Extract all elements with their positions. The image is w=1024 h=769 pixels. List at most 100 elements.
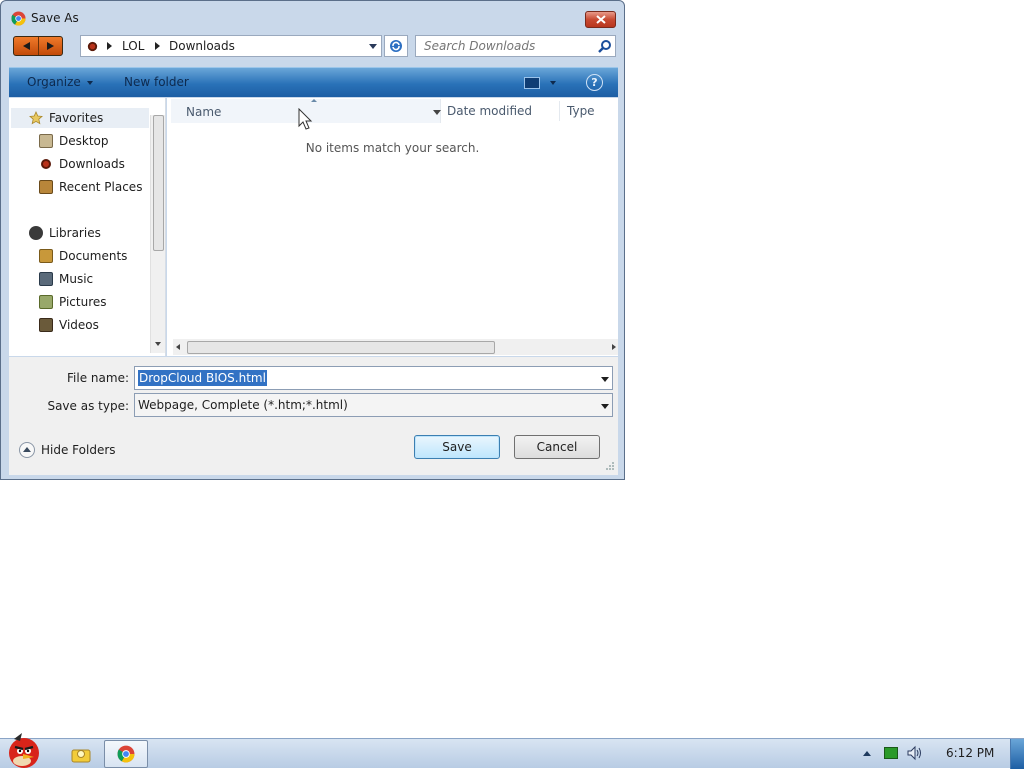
column-header-row: Name Date modified Type — [167, 98, 618, 124]
breadcrumb-lol[interactable]: LOL — [122, 39, 144, 53]
chevron-up-icon — [19, 442, 35, 458]
chevron-down-icon[interactable] — [601, 377, 609, 382]
libraries-icon — [29, 226, 43, 240]
mouse-cursor-icon — [298, 108, 313, 130]
scroll-down-icon[interactable] — [155, 342, 161, 346]
column-name-label: Name — [186, 105, 222, 119]
nav-scrollbar-thumb[interactable] — [153, 115, 164, 251]
hide-folders-button[interactable]: Hide Folders — [19, 441, 116, 459]
nav-item-recent-places[interactable]: Recent Places — [39, 177, 142, 197]
back-button[interactable] — [14, 37, 38, 55]
filename-value: DropCloud BIOS.html — [138, 370, 267, 386]
taskbar-clock[interactable]: 6:12 PM — [946, 746, 994, 760]
taskbar: 6:12 PM — [0, 733, 1024, 769]
save-as-dialog: Save As LOL Downloads Search Downloads O… — [0, 0, 625, 480]
explorer-taskbar-icon[interactable] — [70, 744, 92, 764]
column-header-date-modified[interactable]: Date modified — [447, 104, 532, 118]
search-input[interactable] — [424, 38, 594, 54]
nav-label: Libraries — [49, 226, 101, 240]
nav-libraries[interactable]: Libraries — [29, 223, 101, 243]
save-button[interactable]: Save — [414, 435, 500, 459]
column-header-type[interactable]: Type — [567, 104, 595, 118]
breadcrumb-separator-icon — [107, 42, 112, 50]
window-title: Save As — [31, 11, 79, 25]
nav-label: Downloads — [59, 157, 125, 171]
organize-button[interactable]: Organize — [27, 75, 81, 89]
pictures-icon — [39, 295, 53, 309]
nav-item-documents[interactable]: Documents — [39, 246, 127, 266]
horizontal-scrollbar[interactable] — [173, 339, 618, 355]
chevron-down-icon[interactable] — [433, 110, 441, 115]
search-box[interactable] — [415, 35, 616, 57]
refresh-button[interactable] — [384, 35, 408, 57]
address-bar[interactable]: LOL Downloads — [80, 35, 382, 57]
help-icon[interactable]: ? — [586, 74, 603, 91]
nav-label: Recent Places — [59, 180, 143, 194]
hide-folders-label: Hide Folders — [41, 443, 116, 457]
chevron-down-icon — [87, 81, 93, 85]
close-button[interactable] — [585, 11, 616, 28]
nav-scrollbar[interactable] — [150, 115, 165, 353]
music-icon — [39, 272, 53, 286]
nav-favorites[interactable]: Favorites — [29, 108, 103, 128]
nav-item-music[interactable]: Music — [39, 269, 93, 289]
star-icon — [29, 111, 43, 125]
recent-places-icon — [39, 180, 53, 194]
nav-label: Videos — [59, 318, 99, 332]
volume-icon[interactable] — [906, 745, 924, 761]
chevron-down-icon[interactable] — [369, 44, 377, 49]
chevron-down-icon[interactable] — [601, 404, 609, 409]
scroll-right-icon[interactable] — [612, 344, 616, 350]
savetype-label: Save as type: — [47, 399, 129, 413]
chrome-icon — [11, 11, 26, 26]
refresh-icon — [390, 40, 402, 52]
documents-icon — [39, 249, 53, 263]
empty-message: No items match your search. — [305, 141, 480, 155]
nav-item-pictures[interactable]: Pictures — [39, 292, 107, 312]
chevron-down-icon[interactable] — [550, 81, 556, 85]
file-list[interactable]: Name Date modified Type No items match y… — [167, 98, 618, 356]
search-icon[interactable] — [597, 39, 612, 54]
filename-input[interactable]: DropCloud BIOS.html — [134, 366, 613, 390]
close-icon — [595, 15, 606, 24]
network-icon[interactable] — [884, 747, 898, 759]
start-button-angry-bird-icon[interactable] — [0, 731, 50, 769]
scroll-left-icon[interactable] — [176, 344, 180, 350]
forward-arrow-icon — [46, 42, 54, 50]
downloads-folder-icon — [87, 41, 98, 52]
nav-label: Pictures — [59, 295, 107, 309]
nav-label: Desktop — [59, 134, 109, 148]
show-hidden-icons-icon[interactable] — [863, 751, 871, 756]
chrome-taskbar-button[interactable] — [104, 740, 148, 768]
breadcrumb-separator-icon — [155, 42, 160, 50]
breadcrumb-downloads[interactable]: Downloads — [169, 39, 235, 53]
command-toolbar: Organize New folder ? — [9, 67, 618, 97]
sort-ascending-icon — [311, 99, 317, 102]
new-folder-button[interactable]: New folder — [124, 75, 189, 89]
resize-grip-icon[interactable] — [605, 461, 615, 471]
downloads-icon — [41, 159, 51, 169]
nav-label: Documents — [59, 249, 128, 263]
show-desktop-button[interactable] — [1010, 739, 1024, 769]
nav-label: Favorites — [49, 111, 104, 125]
horizontal-scrollbar-thumb[interactable] — [187, 341, 495, 354]
nav-item-videos[interactable]: Videos — [39, 315, 99, 335]
column-divider[interactable] — [559, 101, 560, 121]
desktop-icon — [39, 134, 53, 148]
back-forward-buttons — [13, 36, 63, 56]
nav-item-desktop[interactable]: Desktop — [39, 131, 109, 151]
cancel-button[interactable]: Cancel — [514, 435, 600, 459]
savetype-value: Webpage, Complete (*.htm;*.html) — [138, 398, 348, 412]
nav-item-downloads[interactable]: Downloads — [39, 154, 125, 174]
savetype-select[interactable]: Webpage, Complete (*.htm;*.html) — [134, 393, 613, 417]
views-icon[interactable] — [524, 77, 540, 89]
chrome-icon — [117, 745, 135, 763]
videos-icon — [39, 318, 53, 332]
back-arrow-icon — [23, 42, 30, 50]
forward-button[interactable] — [38, 37, 62, 55]
navigation-pane: Favorites Desktop Downloads Recent Place… — [9, 98, 166, 356]
filename-label: File name: — [67, 371, 129, 385]
save-form: File name: DropCloud BIOS.html Save as t… — [9, 357, 618, 475]
nav-label: Music — [59, 272, 94, 286]
title-bar[interactable]: Save As — [1, 1, 624, 33]
